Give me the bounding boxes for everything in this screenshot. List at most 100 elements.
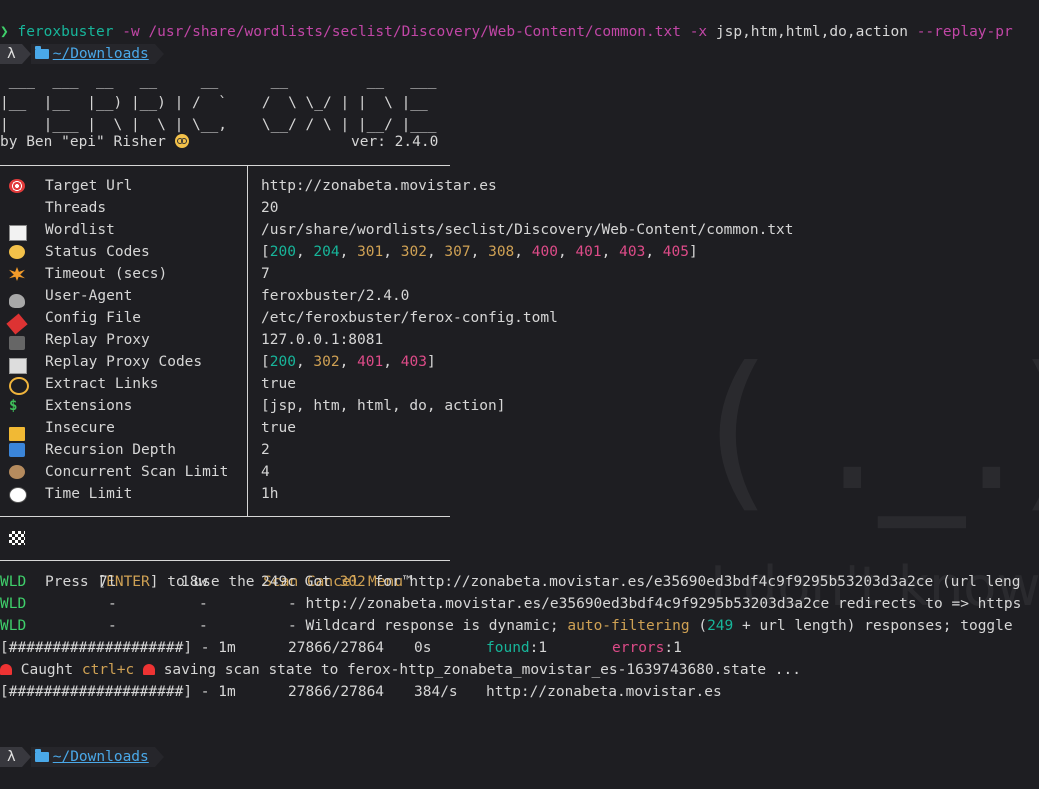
shell-prompt: λ ~/Downloads <box>0 0 164 64</box>
errors-count: :1 <box>664 640 682 656</box>
auto-filter-label: auto-filtering <box>567 618 690 634</box>
config-key: Replay Proxy Codes <box>45 354 203 370</box>
status-code: 200 <box>269 244 296 260</box>
result-lines: - <box>108 618 117 634</box>
result-lines: 7l <box>99 574 117 590</box>
status-code: 405 <box>662 244 689 260</box>
result-text: for http://zonabeta.movistar.es/e35690ed… <box>365 574 1021 590</box>
result-chars: - <box>288 596 297 612</box>
prompt-separator-icon <box>21 747 31 767</box>
status-code: 400 <box>531 244 558 260</box>
config-key: Replay Proxy <box>45 332 150 348</box>
lock-icon <box>9 427 25 441</box>
command-flag: -w <box>122 24 140 40</box>
prompt-path[interactable]: ~/Downloads <box>53 747 149 767</box>
siren-icon <box>0 664 12 675</box>
collision-icon <box>9 267 25 281</box>
config-value: [jsp, htm, html, do, action] <box>261 398 506 414</box>
progress-url: http://zonabeta.movistar.es <box>486 684 722 700</box>
config-key: Concurrent Scan Limit <box>45 464 229 480</box>
prompt-separator-icon <box>154 747 164 767</box>
result-detail: 249c Got 302 for http://zonabeta.movista… <box>261 571 1021 593</box>
banner-author: by Ben "epi" Risher <box>0 134 175 150</box>
result-words: - <box>199 618 208 634</box>
status-code: 403 <box>400 354 427 370</box>
status-code: 401 <box>575 244 602 260</box>
config-value: 2 <box>261 442 270 458</box>
progress-bar: [####################] <box>0 684 193 700</box>
prompt-lambda: λ <box>0 44 22 64</box>
cancel-prefix: Press [ <box>45 574 107 590</box>
found-label: found <box>486 640 530 656</box>
prompt-marker: ❯ <box>0 24 9 40</box>
interrupt-keys: ctrl+c <box>81 662 135 678</box>
prompt-path-segment: ~/Downloads <box>30 747 155 767</box>
syringe-icon <box>6 313 28 335</box>
result-words: - <box>199 596 208 612</box>
result-lines: - <box>108 596 117 612</box>
status-code: 200 <box>269 354 296 370</box>
errors-label: errors <box>612 640 665 656</box>
config-value: 7 <box>261 266 270 282</box>
status-code: 204 <box>313 244 340 260</box>
result-text: ( <box>689 618 708 634</box>
config-value: http://zonabeta.movistar.es <box>261 178 497 194</box>
interrupt-text: saving scan state to ferox-http_zonabeta… <box>154 662 801 678</box>
divider <box>0 165 450 166</box>
result-text: Wildcard response is dynamic; <box>305 618 568 634</box>
config-value: 4 <box>261 464 270 480</box>
config-value: feroxbuster/2.4.0 <box>261 288 410 304</box>
ascii-banner: ___ ___ __ __ __ __ __ ___ |__ |__ |__) |… <box>0 70 437 136</box>
shell-prompt: λ ~/Downloads <box>0 703 164 767</box>
result-tag: WLD <box>0 618 27 634</box>
cassette-icon <box>9 358 27 374</box>
rat-icon <box>9 294 25 308</box>
config-value: true <box>261 376 296 392</box>
nerd-face-icon <box>174 134 189 148</box>
config-key: Insecure <box>45 420 115 436</box>
result-row: WLD - - - http://zonabeta.movistar.es/e3569… <box>0 593 1021 615</box>
progress-rate: 0s <box>414 640 432 656</box>
divider <box>0 516 450 517</box>
status-code: 308 <box>488 244 515 260</box>
magnifier-icon <box>9 377 29 395</box>
ok-hand-icon <box>9 245 25 259</box>
config-key: User-Agent <box>45 288 133 304</box>
config-key: Config File <box>45 310 142 326</box>
status-code: 307 <box>444 244 471 260</box>
result-text: + url length) responses; toggle <box>733 618 1013 634</box>
prompt-separator-icon <box>154 44 164 64</box>
prompt-separator-icon <box>21 44 31 64</box>
folder-icon <box>34 46 49 59</box>
result-chars: 249c <box>261 574 296 590</box>
checkered-flag-icon <box>9 531 25 545</box>
config-key: Extract Links <box>45 376 159 392</box>
result-chars: - <box>288 618 297 634</box>
status-code: 302 <box>313 354 340 370</box>
progress-rate: 384/s <box>414 684 458 700</box>
command-program: feroxbuster <box>17 24 114 40</box>
book-icon <box>9 225 27 241</box>
progress-line: [####################] - 1m 27866/27864 0s… <box>0 637 682 659</box>
divider <box>247 166 248 516</box>
command-wordlist-path: /usr/share/wordlists/seclist/Discovery/W… <box>148 24 681 40</box>
dollar-icon: $ <box>9 398 18 414</box>
config-key: Wordlist <box>45 222 115 238</box>
config-value: 1h <box>261 486 279 502</box>
command-flag: --replay-pr <box>916 24 1013 40</box>
folder-icon <box>34 749 49 762</box>
siren-icon <box>142 664 155 675</box>
banner-credit: by Ben "epi" Risher <box>0 131 189 153</box>
banner-version: ver: 2.4.0 <box>351 134 439 150</box>
command-line[interactable]: ❯ feroxbuster -w /usr/share/wordlists/se… <box>0 21 1013 43</box>
config-value: /etc/feroxbuster/ferox-config.toml <box>261 310 558 326</box>
found-count: :1 <box>529 640 548 656</box>
config-key: Threads <box>45 200 107 216</box>
interrupt-line: Caught ctrl+c saving scan state to ferox… <box>0 659 801 681</box>
progress-line: [####################] - 1m 27866/27864 38… <box>0 681 722 703</box>
progress-time: - 1m <box>200 684 236 700</box>
prompt-path[interactable]: ~/Downloads <box>53 44 149 64</box>
result-row: WLD 7l 18w 249c Got 302 for http://zonabeta… <box>0 571 1021 593</box>
status-code: 401 <box>357 354 384 370</box>
config-key: Extensions <box>45 398 133 414</box>
